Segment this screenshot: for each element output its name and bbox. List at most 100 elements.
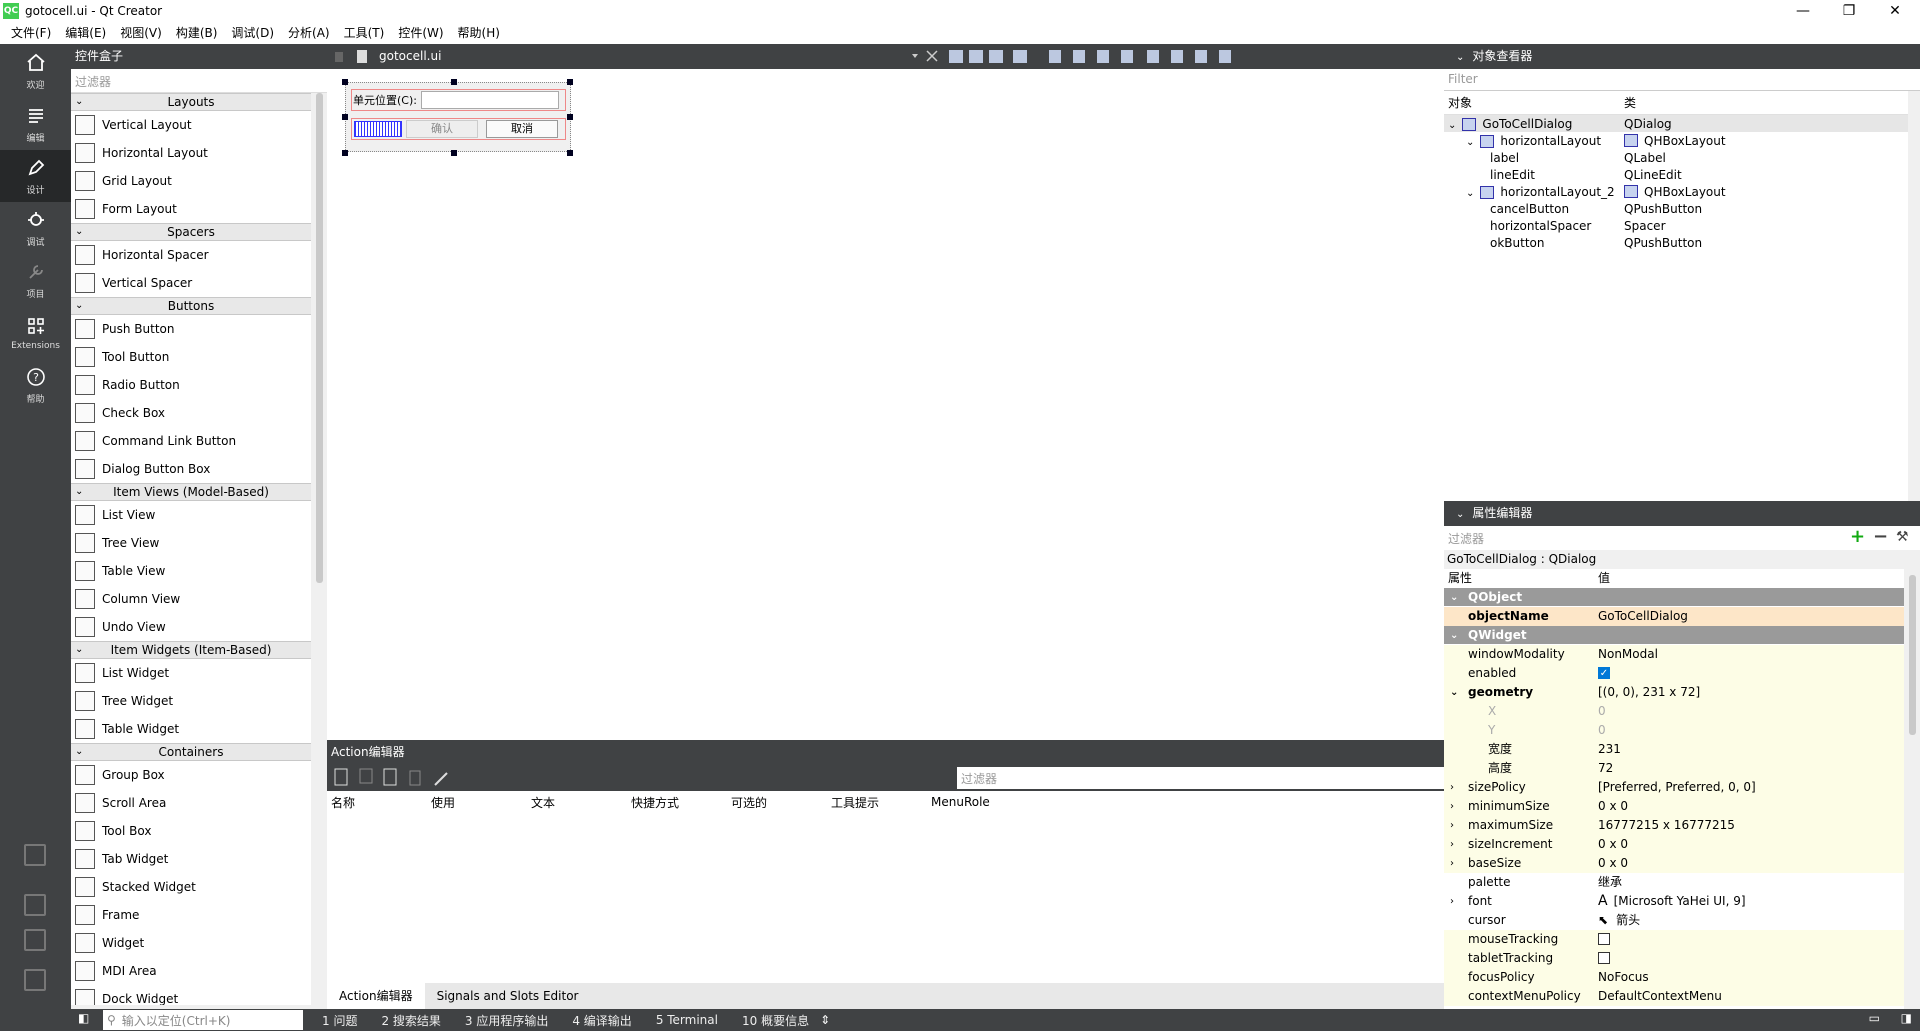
output-panes-icon[interactable]: ▭: [1869, 1011, 1880, 1025]
property-checkbox[interactable]: ✓: [1598, 667, 1610, 679]
property-row[interactable]: › font A [Microsoft YaHei UI, 9]: [1444, 892, 1904, 911]
property-row[interactable]: palette 继承: [1444, 873, 1904, 892]
close-window-button[interactable]: ✕: [1872, 0, 1918, 22]
widget-item[interactable]: Table View: [71, 557, 311, 585]
widget-item[interactable]: Tab Widget: [71, 845, 311, 873]
property-row[interactable]: focusPolicy NoFocus: [1444, 967, 1904, 987]
resize-handle[interactable]: [451, 79, 457, 85]
action-filter-input[interactable]: 过滤器: [957, 767, 1444, 789]
column-header-object[interactable]: 对象: [1444, 94, 1620, 111]
property-group[interactable]: ⌄ QWidget: [1444, 626, 1904, 645]
widget-item[interactable]: Frame: [71, 901, 311, 929]
mode-help[interactable]: ? 帮助: [0, 359, 71, 411]
resize-handle[interactable]: [342, 150, 348, 156]
widget-item[interactable]: Vertical Layout: [71, 111, 311, 139]
mode-edit[interactable]: 编辑: [0, 98, 71, 150]
column-header[interactable]: 快捷方式: [627, 794, 727, 811]
build-icon[interactable]: [24, 969, 46, 991]
maximize-button[interactable]: ❐: [1826, 0, 1872, 22]
object-tree-scrollbar[interactable]: [1908, 91, 1920, 501]
mode-debug[interactable]: 调试: [0, 202, 71, 254]
widget-category[interactable]: ⌄ Containers: [71, 743, 311, 761]
widget-item[interactable]: Stacked Widget: [71, 873, 311, 901]
menu-item[interactable]: 帮助(H): [451, 22, 507, 44]
widget-item[interactable]: Column View: [71, 585, 311, 613]
run-icon[interactable]: [24, 894, 46, 916]
object-tree-row[interactable]: okButton QPushButton: [1444, 234, 1920, 251]
cancel-button[interactable]: 取消: [486, 120, 558, 138]
expand-arrows-icon[interactable]: ⇕: [820, 1013, 830, 1027]
property-row[interactable]: enabled ✓: [1444, 663, 1904, 683]
property-row[interactable]: tabletTracking: [1444, 948, 1904, 968]
widget-item[interactable]: Tool Box: [71, 817, 311, 845]
menu-item[interactable]: 控件(W): [391, 22, 450, 44]
object-tree-row[interactable]: ⌄ horizontalLayout QHBoxLayout: [1444, 132, 1920, 149]
chevron-right-icon[interactable]: ›: [1450, 797, 1454, 816]
resize-handle[interactable]: [567, 150, 573, 156]
resize-handle[interactable]: [342, 114, 348, 120]
property-row[interactable]: › sizePolicy [Preferred, Preferred, 0, 0]: [1444, 777, 1904, 797]
property-row[interactable]: objectName GoToCellDialog: [1444, 606, 1904, 626]
file-tab[interactable]: gotocell.ui: [379, 44, 441, 69]
resize-handle[interactable]: [567, 114, 573, 120]
column-header[interactable]: 工具提示: [827, 794, 927, 811]
output-pane-button[interactable]: 3 应用程序输出: [460, 1012, 553, 1029]
chevron-right-icon[interactable]: ›: [1450, 854, 1454, 873]
widget-item[interactable]: Group Box: [71, 761, 311, 789]
widget-item[interactable]: Horizontal Spacer: [71, 241, 311, 269]
property-row[interactable]: 高度 72: [1444, 758, 1904, 778]
widget-category[interactable]: ⌄ Layouts: [71, 93, 311, 111]
locator-input[interactable]: ⚲ 输入以定位(Ctrl+K): [103, 1010, 303, 1030]
widget-item[interactable]: Dialog Button Box: [71, 455, 311, 483]
resize-handle[interactable]: [451, 150, 457, 156]
widget-item[interactable]: Undo View: [71, 613, 311, 641]
action-table-body[interactable]: [327, 813, 1444, 983]
output-pane-button[interactable]: 1 问题: [317, 1012, 362, 1029]
minimize-button[interactable]: —: [1780, 0, 1826, 22]
widget-item[interactable]: Grid Layout: [71, 167, 311, 195]
column-header[interactable]: 可选的: [727, 794, 827, 811]
resize-handle[interactable]: [342, 79, 348, 85]
menu-item[interactable]: 调试(D): [224, 22, 281, 44]
column-header[interactable]: 文本: [527, 794, 627, 811]
widget-item[interactable]: Radio Button: [71, 371, 311, 399]
widget-item[interactable]: Widget: [71, 929, 311, 957]
action-toolbar-icons[interactable]: [327, 765, 467, 791]
chevron-right-icon[interactable]: ›: [1450, 778, 1454, 797]
object-tree-row[interactable]: cancelButton QPushButton: [1444, 200, 1920, 217]
widget-item[interactable]: Check Box: [71, 399, 311, 427]
property-row[interactable]: Y0: [1444, 720, 1904, 740]
object-tree-row[interactable]: ⌄ horizontalLayout_2 QHBoxLayout: [1444, 183, 1920, 200]
remove-property-icon[interactable]: −: [1873, 528, 1888, 546]
mode-extensions[interactable]: Extensions: [0, 306, 71, 358]
widget-item[interactable]: Table Widget: [71, 715, 311, 743]
property-row[interactable]: › minimumSize 0 x 0: [1444, 796, 1904, 816]
property-scrollbar[interactable]: [1904, 569, 1920, 1009]
output-pane-button[interactable]: 5 Terminal: [651, 1013, 723, 1027]
property-row[interactable]: › maximumSize 16777215 x 16777215: [1444, 815, 1904, 835]
column-header[interactable]: 使用: [427, 794, 527, 811]
add-property-icon[interactable]: +: [1850, 528, 1865, 546]
property-checkbox[interactable]: [1598, 952, 1610, 964]
widget-box-filter-input[interactable]: 过滤器: [71, 69, 327, 93]
widget-item[interactable]: MDI Area: [71, 957, 311, 985]
line-edit[interactable]: [420, 91, 559, 109]
widget-item[interactable]: Dock Widget: [71, 985, 311, 1005]
menu-item[interactable]: 工具(T): [337, 22, 392, 44]
menu-item[interactable]: 文件(F): [4, 22, 58, 44]
object-tree-row[interactable]: ⌄ GoToCellDialog QDialog: [1444, 115, 1920, 132]
property-row[interactable]: 宽度 231: [1444, 739, 1904, 759]
chevron-right-icon[interactable]: ›: [1450, 816, 1454, 835]
widget-item[interactable]: Scroll Area: [71, 789, 311, 817]
menu-item[interactable]: 构建(B): [169, 22, 225, 44]
object-tree-row[interactable]: label QLabel: [1444, 149, 1920, 166]
column-header[interactable]: 名称: [327, 794, 427, 811]
widget-item[interactable]: List View: [71, 501, 311, 529]
output-pane-button[interactable]: 4 编译输出: [567, 1012, 636, 1029]
widget-item[interactable]: List Widget: [71, 659, 311, 687]
property-group[interactable]: ⌄ QObject: [1444, 588, 1904, 607]
object-tree-row[interactable]: horizontalSpacer Spacer: [1444, 217, 1920, 234]
form-canvas[interactable]: 单元位置(C): 确认 取消: [327, 69, 1444, 740]
property-row[interactable]: mouseTracking: [1444, 929, 1904, 949]
widget-category[interactable]: ⌄ Buttons: [71, 297, 311, 315]
